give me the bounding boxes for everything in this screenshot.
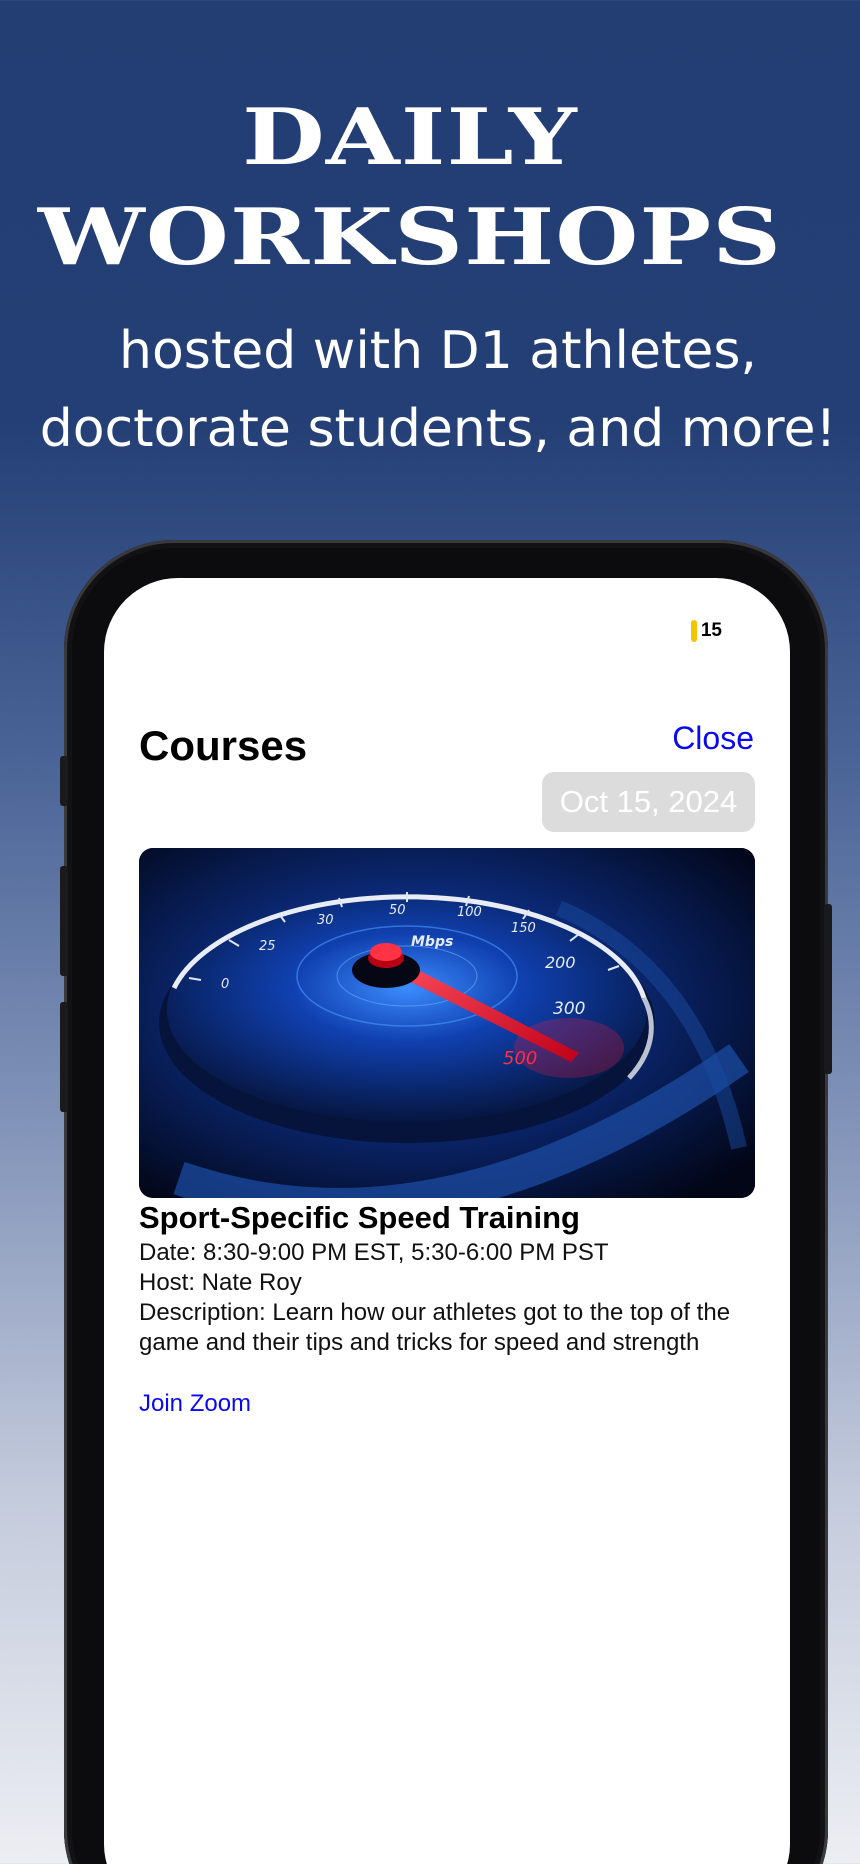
svg-text:50: 50 <box>389 903 406 918</box>
svg-text:0: 0 <box>221 977 229 992</box>
course-description: Description: Learn how our athletes got … <box>139 1299 731 1356</box>
course-date: Date: 8:30-9:00 PM EST, 5:30-6:00 PM PST <box>139 1239 609 1266</box>
svg-text:300: 300 <box>553 999 585 1019</box>
battery-indicator: 15 <box>690 620 722 642</box>
svg-text:30: 30 <box>317 913 334 928</box>
battery-icon <box>690 620 697 642</box>
course-title: Sport-Specific Speed Training <box>139 1200 580 1235</box>
promo-title-line1: DAILY <box>242 92 578 183</box>
battery-level: 15 <box>700 620 722 641</box>
svg-text:100: 100 <box>457 905 482 920</box>
phone-volume-up-button <box>60 866 68 976</box>
promo-subtitle: hosted with D1 athletes, doctorate stude… <box>0 312 860 468</box>
join-zoom-link[interactable]: Join Zoom <box>139 1390 251 1418</box>
phone-volume-down-button <box>60 1002 68 1112</box>
phone-silent-switch <box>60 756 68 806</box>
promo-subtitle-line2: doctorate students, and more! <box>39 399 837 459</box>
promo-headline: DAILY WORKSHOPS <box>0 88 820 288</box>
promo-title-line2: WORKSHOPS <box>37 192 783 283</box>
svg-text:25: 25 <box>259 939 276 954</box>
close-button[interactable]: Close <box>672 720 754 757</box>
date-picker[interactable]: Oct 15, 2024 <box>542 772 755 832</box>
course-image: 0 25 30 50 100 150 200 300 500 Mbps <box>139 848 755 1198</box>
app-screen: 15 Courses Close Oct 15, 2024 0 25 30 50… <box>104 578 790 1864</box>
svg-text:200: 200 <box>545 953 576 972</box>
phone-power-button <box>824 904 832 1074</box>
course-host: Host: Nate Roy <box>139 1269 302 1296</box>
promo-subtitle-line1: hosted with D1 athletes, <box>119 321 757 381</box>
speedometer-image: 0 25 30 50 100 150 200 300 500 Mbps <box>139 848 755 1198</box>
svg-text:150: 150 <box>511 921 536 936</box>
page-title: Courses <box>139 722 308 769</box>
